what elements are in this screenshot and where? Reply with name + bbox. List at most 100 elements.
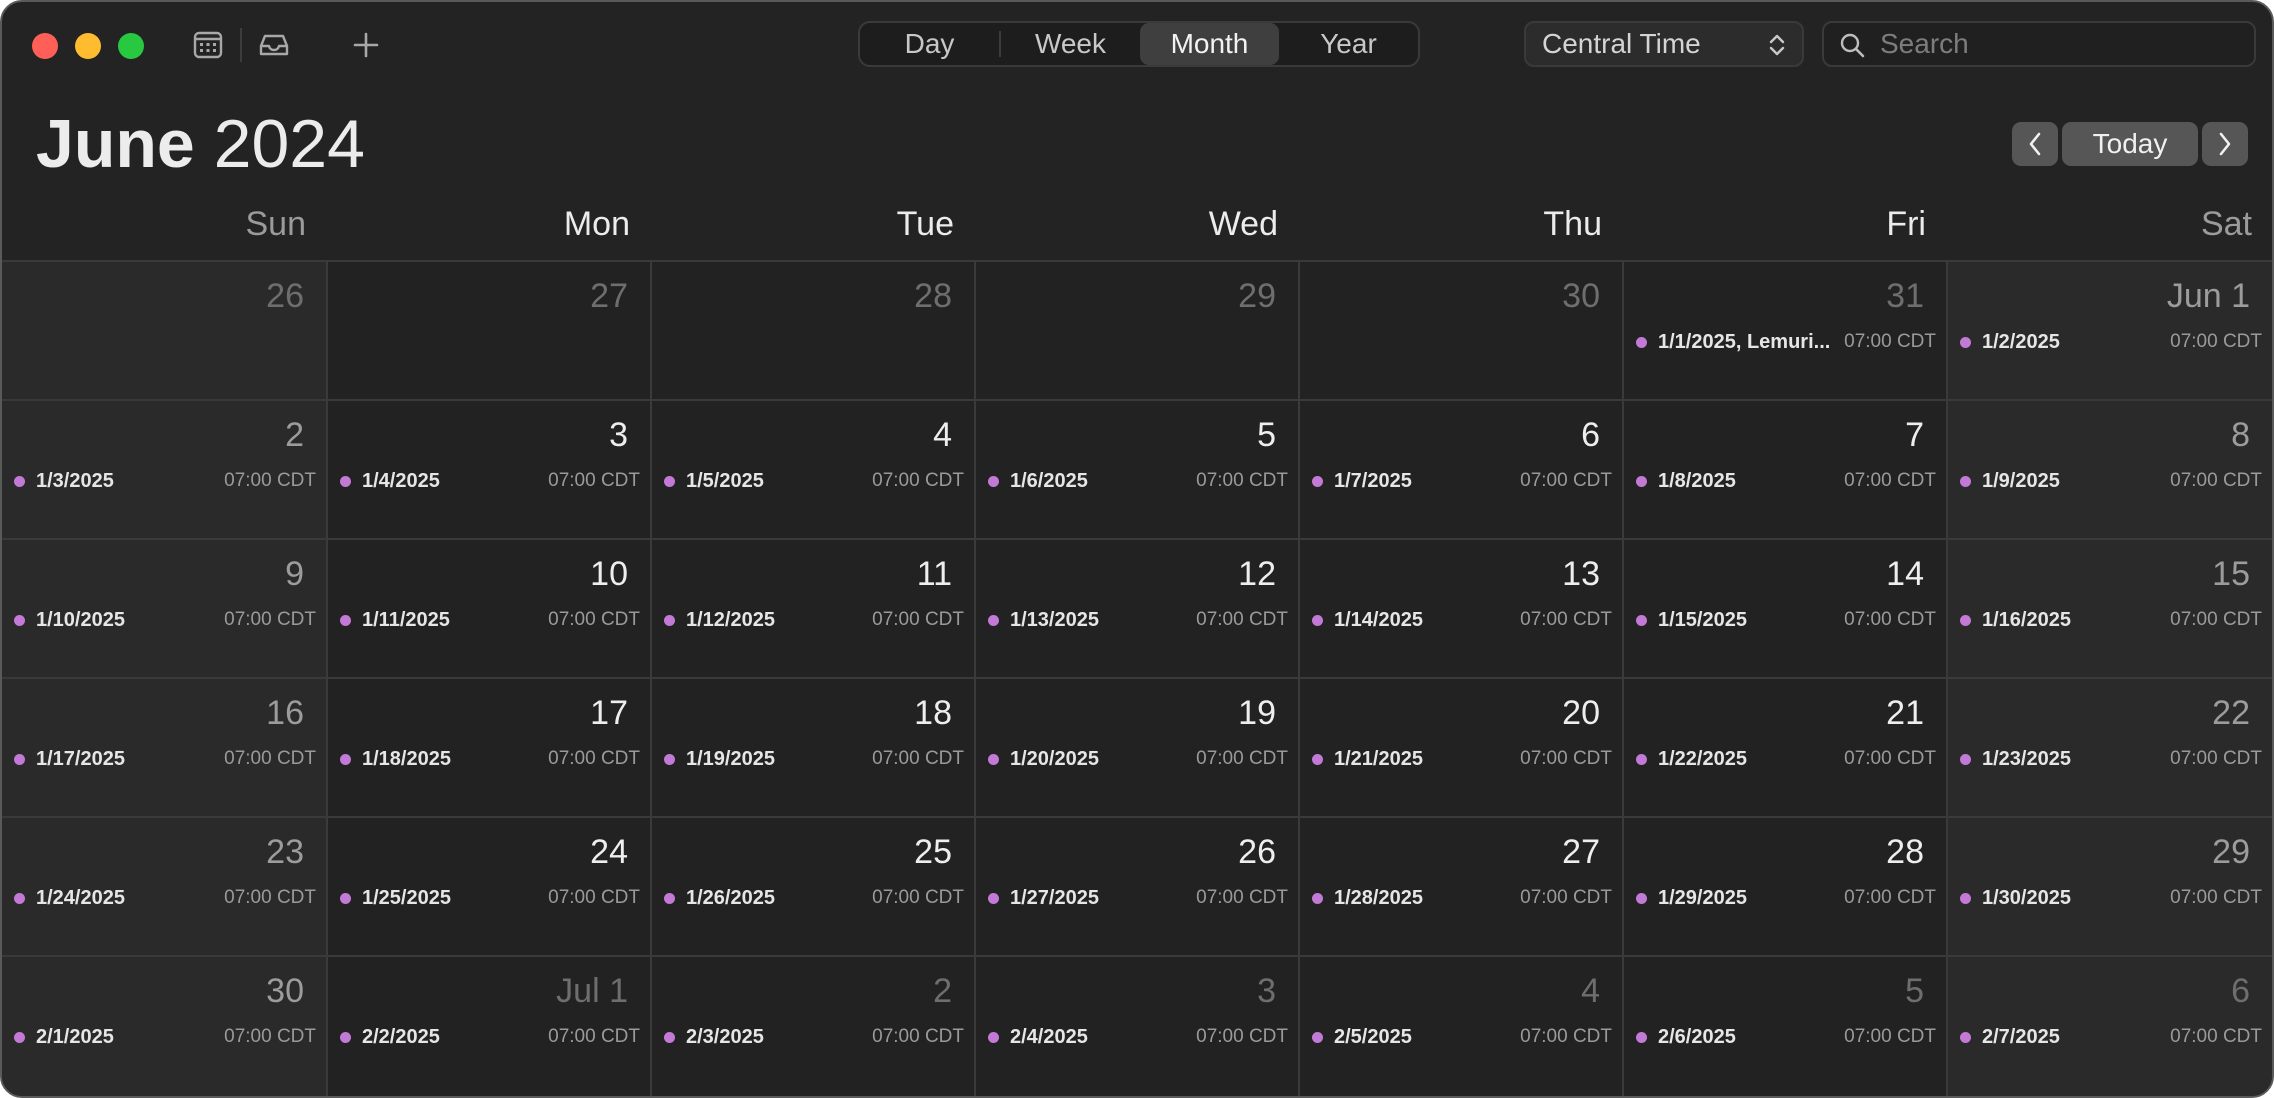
calendar-event[interactable]: 1/9/2025 07:00 CDT bbox=[1960, 467, 2262, 495]
calendar-event[interactable]: 1/5/2025 07:00 CDT bbox=[664, 467, 964, 495]
day-cell[interactable]: 29 1/30/2025 07:00 CDT bbox=[1946, 816, 2272, 955]
calendar-event[interactable]: 1/22/2025 07:00 CDT bbox=[1636, 745, 1936, 773]
calendar-event[interactable]: 2/4/2025 07:00 CDT bbox=[988, 1023, 1288, 1051]
calendar-event[interactable]: 1/21/2025 07:00 CDT bbox=[1312, 745, 1612, 773]
calendar-event[interactable]: 1/23/2025 07:00 CDT bbox=[1960, 745, 2262, 773]
calendar-event[interactable]: 2/5/2025 07:00 CDT bbox=[1312, 1023, 1612, 1051]
tab-year[interactable]: Year bbox=[1279, 23, 1418, 65]
calendar-event[interactable]: 2/3/2025 07:00 CDT bbox=[664, 1023, 964, 1051]
day-cell[interactable]: 23 1/24/2025 07:00 CDT bbox=[2, 816, 326, 955]
calendar-event[interactable]: 1/10/2025 07:00 CDT bbox=[14, 606, 316, 634]
event-time: 07:00 CDT bbox=[1844, 748, 1936, 769]
day-cell[interactable]: 31 1/1/2025, Lemuri... 07:00 CDT bbox=[1622, 260, 1946, 399]
inbox-icon[interactable] bbox=[256, 27, 292, 63]
search-field bbox=[1822, 21, 2256, 67]
timezone-select[interactable]: Central Time bbox=[1524, 21, 1804, 67]
calendar-event[interactable]: 1/26/2025 07:00 CDT bbox=[664, 884, 964, 912]
day-cell[interactable]: 28 1/29/2025 07:00 CDT bbox=[1622, 816, 1946, 955]
day-cell[interactable]: 10 1/11/2025 07:00 CDT bbox=[326, 538, 650, 677]
day-number: 9 bbox=[285, 555, 304, 593]
day-cell[interactable]: 28 bbox=[650, 260, 974, 399]
day-cell[interactable]: 9 1/10/2025 07:00 CDT bbox=[2, 538, 326, 677]
day-cell[interactable]: 26 1/27/2025 07:00 CDT bbox=[974, 816, 1298, 955]
day-cell[interactable]: 4 1/5/2025 07:00 CDT bbox=[650, 399, 974, 538]
calendar-event[interactable]: 1/3/2025 07:00 CDT bbox=[14, 467, 316, 495]
calendar-event[interactable]: 1/27/2025 07:00 CDT bbox=[988, 884, 1288, 912]
day-cell[interactable]: Jul 1 2/2/2025 07:00 CDT bbox=[326, 955, 650, 1096]
calendar-event[interactable]: 1/8/2025 07:00 CDT bbox=[1636, 467, 1936, 495]
day-cell[interactable]: 8 1/9/2025 07:00 CDT bbox=[1946, 399, 2272, 538]
day-cell[interactable]: 26 bbox=[2, 260, 326, 399]
day-cell[interactable]: 29 bbox=[974, 260, 1298, 399]
calendar-event[interactable]: 1/11/2025 07:00 CDT bbox=[340, 606, 640, 634]
day-cell[interactable]: 3 2/4/2025 07:00 CDT bbox=[974, 955, 1298, 1096]
calendar-event[interactable]: 1/12/2025 07:00 CDT bbox=[664, 606, 964, 634]
day-cell[interactable]: 6 1/7/2025 07:00 CDT bbox=[1298, 399, 1622, 538]
day-number: 29 bbox=[1238, 277, 1276, 315]
day-cell[interactable]: 2 2/3/2025 07:00 CDT bbox=[650, 955, 974, 1096]
calendar-event[interactable]: 1/13/2025 07:00 CDT bbox=[988, 606, 1288, 634]
day-cell[interactable]: 18 1/19/2025 07:00 CDT bbox=[650, 677, 974, 816]
tab-day[interactable]: Day bbox=[860, 23, 999, 65]
calendar-event[interactable]: 1/17/2025 07:00 CDT bbox=[14, 745, 316, 773]
calendar-event[interactable]: 1/18/2025 07:00 CDT bbox=[340, 745, 640, 773]
previous-month-button[interactable] bbox=[2012, 122, 2058, 166]
calendar-list-icon[interactable] bbox=[190, 27, 226, 63]
calendar-event[interactable]: 1/1/2025, Lemuri... 07:00 CDT bbox=[1636, 328, 1936, 356]
calendar-event[interactable]: 1/24/2025 07:00 CDT bbox=[14, 884, 316, 912]
tab-week[interactable]: Week bbox=[1001, 23, 1140, 65]
day-cell[interactable]: Jun 1 1/2/2025 07:00 CDT bbox=[1946, 260, 2272, 399]
calendar-event[interactable]: 1/6/2025 07:00 CDT bbox=[988, 467, 1288, 495]
day-cell[interactable]: 22 1/23/2025 07:00 CDT bbox=[1946, 677, 2272, 816]
day-cell[interactable]: 17 1/18/2025 07:00 CDT bbox=[326, 677, 650, 816]
minimize-window-button[interactable] bbox=[75, 33, 101, 59]
calendar-event[interactable]: 1/14/2025 07:00 CDT bbox=[1312, 606, 1612, 634]
calendar-event[interactable]: 2/2/2025 07:00 CDT bbox=[340, 1023, 640, 1051]
day-cell[interactable]: 24 1/25/2025 07:00 CDT bbox=[326, 816, 650, 955]
day-cell[interactable]: 16 1/17/2025 07:00 CDT bbox=[2, 677, 326, 816]
calendar-event[interactable]: 2/1/2025 07:00 CDT bbox=[14, 1023, 316, 1051]
day-cell[interactable]: 27 bbox=[326, 260, 650, 399]
day-cell[interactable]: 5 2/6/2025 07:00 CDT bbox=[1622, 955, 1946, 1096]
day-number: 2 bbox=[285, 416, 304, 454]
calendar-event[interactable]: 2/7/2025 07:00 CDT bbox=[1960, 1023, 2262, 1051]
next-month-button[interactable] bbox=[2202, 122, 2248, 166]
day-cell[interactable]: 25 1/26/2025 07:00 CDT bbox=[650, 816, 974, 955]
calendar-event[interactable]: 1/19/2025 07:00 CDT bbox=[664, 745, 964, 773]
close-window-button[interactable] bbox=[32, 33, 58, 59]
day-cell[interactable]: 21 1/22/2025 07:00 CDT bbox=[1622, 677, 1946, 816]
search-input[interactable] bbox=[1880, 23, 2240, 65]
day-cell[interactable]: 27 1/28/2025 07:00 CDT bbox=[1298, 816, 1622, 955]
calendar-event[interactable]: 1/20/2025 07:00 CDT bbox=[988, 745, 1288, 773]
day-cell[interactable]: 12 1/13/2025 07:00 CDT bbox=[974, 538, 1298, 677]
calendar-event[interactable]: 1/2/2025 07:00 CDT bbox=[1960, 328, 2262, 356]
day-cell[interactable]: 5 1/6/2025 07:00 CDT bbox=[974, 399, 1298, 538]
calendar-event[interactable]: 2/6/2025 07:00 CDT bbox=[1636, 1023, 1936, 1051]
calendar-event[interactable]: 1/28/2025 07:00 CDT bbox=[1312, 884, 1612, 912]
calendar-event[interactable]: 1/4/2025 07:00 CDT bbox=[340, 467, 640, 495]
plus-icon[interactable] bbox=[348, 27, 384, 63]
calendar-event[interactable]: 1/30/2025 07:00 CDT bbox=[1960, 884, 2262, 912]
day-cell[interactable]: 4 2/5/2025 07:00 CDT bbox=[1298, 955, 1622, 1096]
day-cell[interactable]: 3 1/4/2025 07:00 CDT bbox=[326, 399, 650, 538]
day-cell[interactable]: 19 1/20/2025 07:00 CDT bbox=[974, 677, 1298, 816]
calendar-event[interactable]: 1/29/2025 07:00 CDT bbox=[1636, 884, 1936, 912]
day-cell[interactable]: 2 1/3/2025 07:00 CDT bbox=[2, 399, 326, 538]
day-cell[interactable]: 14 1/15/2025 07:00 CDT bbox=[1622, 538, 1946, 677]
day-cell[interactable]: 30 bbox=[1298, 260, 1622, 399]
day-cell[interactable]: 30 2/1/2025 07:00 CDT bbox=[2, 955, 326, 1096]
zoom-window-button[interactable] bbox=[118, 33, 144, 59]
calendar-event[interactable]: 1/15/2025 07:00 CDT bbox=[1636, 606, 1936, 634]
day-cell[interactable]: 11 1/12/2025 07:00 CDT bbox=[650, 538, 974, 677]
day-cell[interactable]: 13 1/14/2025 07:00 CDT bbox=[1298, 538, 1622, 677]
day-cell[interactable]: 7 1/8/2025 07:00 CDT bbox=[1622, 399, 1946, 538]
event-dot-icon bbox=[664, 754, 675, 765]
calendar-event[interactable]: 1/7/2025 07:00 CDT bbox=[1312, 467, 1612, 495]
tab-month[interactable]: Month bbox=[1139, 23, 1279, 65]
day-cell[interactable]: 6 2/7/2025 07:00 CDT bbox=[1946, 955, 2272, 1096]
calendar-event[interactable]: 1/16/2025 07:00 CDT bbox=[1960, 606, 2262, 634]
day-cell[interactable]: 15 1/16/2025 07:00 CDT bbox=[1946, 538, 2272, 677]
day-cell[interactable]: 20 1/21/2025 07:00 CDT bbox=[1298, 677, 1622, 816]
today-button[interactable]: Today bbox=[2062, 122, 2198, 166]
calendar-event[interactable]: 1/25/2025 07:00 CDT bbox=[340, 884, 640, 912]
